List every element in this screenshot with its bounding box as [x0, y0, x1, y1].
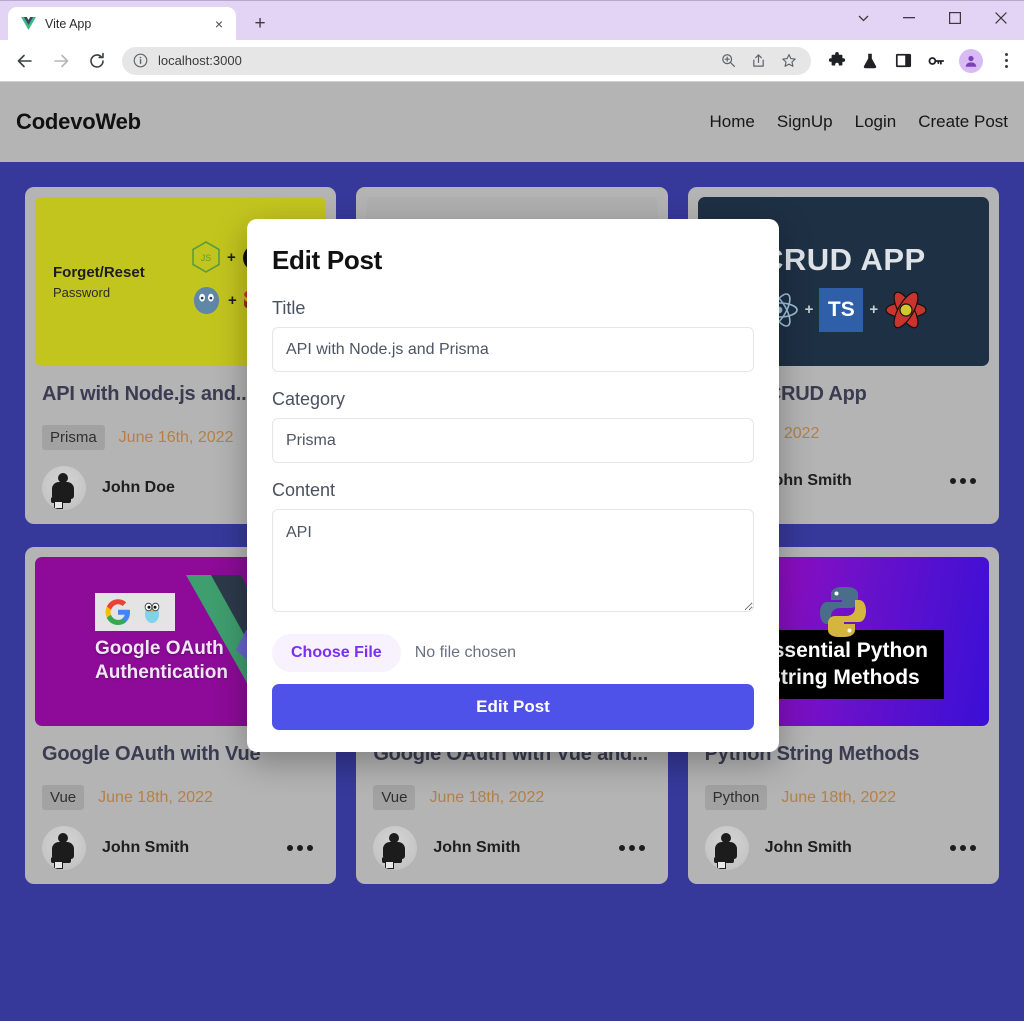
post-meta: Vue June 18th, 2022 — [42, 785, 326, 810]
post-tag[interactable]: Vue — [42, 785, 85, 810]
post-date: June 18th, 2022 — [781, 788, 897, 806]
address-bar[interactable]: localhost:3000 — [122, 46, 811, 75]
bookmark-star-icon[interactable] — [780, 52, 797, 69]
plus-sign: + — [227, 249, 236, 266]
avatar — [373, 826, 418, 870]
postgresql-logo-icon — [193, 286, 220, 315]
post-date: June 18th, 2022 — [429, 788, 545, 806]
close-icon[interactable]: × — [210, 15, 228, 33]
author-name: John Smith — [764, 839, 852, 856]
title-label: Title — [272, 298, 306, 318]
post-menu-icon[interactable] — [618, 845, 651, 851]
puzzle-icon[interactable] — [827, 51, 847, 71]
author-name: John Smith — [102, 839, 190, 856]
nav-link-login[interactable]: Login — [855, 112, 897, 132]
nav-link-home[interactable]: Home — [710, 112, 755, 132]
nav-link-create-post[interactable]: Create Post — [918, 112, 1008, 132]
thumbnail-logo-row: + TS + — [759, 287, 929, 332]
react-logo-icon — [885, 291, 927, 328]
browser-tab[interactable]: Vite App × — [8, 7, 236, 40]
post-menu-icon[interactable] — [287, 845, 319, 851]
nav-link-signup[interactable]: SignUp — [777, 112, 833, 132]
reload-icon[interactable] — [82, 46, 112, 76]
key-icon[interactable] — [926, 51, 946, 71]
extension-icons — [819, 48, 1014, 73]
modal-title: Edit Post — [272, 245, 382, 275]
thumbnail-caption-line1: Forget/Reset — [53, 263, 145, 281]
three-dot-menu-icon[interactable] — [996, 53, 1014, 68]
info-icon[interactable] — [132, 52, 149, 69]
profile-avatar-icon[interactable] — [959, 48, 983, 73]
title-field-group: Title — [272, 298, 754, 372]
maximize-icon[interactable] — [932, 1, 978, 35]
url-text: localhost:3000 — [158, 53, 242, 68]
svg-text:JS: JS — [201, 253, 212, 263]
category-input[interactable] — [272, 418, 754, 463]
category-field-group: Category — [272, 389, 754, 463]
tab-strip: Vite App × + — [0, 0, 1024, 40]
thumbnail-caption-line2: String Methods — [766, 665, 920, 689]
post-date: June 16th, 2022 — [118, 428, 234, 446]
thumbnail-caption: Forget/Reset Password — [53, 264, 145, 300]
edit-post-modal: Edit Post Title Category Content API Cho… — [247, 219, 779, 752]
content-label: Content — [272, 480, 336, 500]
thumbnail-caption-line1: Essential Python — [758, 639, 928, 663]
plus-sign: + — [228, 292, 237, 309]
site-header: CodevoWeb Home SignUp Login Create Post — [0, 82, 1024, 162]
plus-sign: + — [869, 301, 879, 318]
thumbnail-caption-line1: CRUD APP — [760, 241, 926, 277]
title-input[interactable] — [272, 327, 754, 372]
choose-file-button[interactable]: Choose File — [272, 634, 401, 672]
submit-edit-post-button[interactable]: Edit Post — [272, 684, 754, 730]
avatar — [704, 826, 749, 870]
minimize-icon[interactable] — [886, 1, 932, 35]
file-status-label: No file chosen — [414, 644, 517, 661]
omnibox-actions — [720, 52, 801, 69]
content-textarea[interactable]: API — [272, 509, 754, 612]
thumbnail-logo-row — [95, 593, 175, 631]
post-meta: Python June 18th, 2022 — [704, 785, 989, 810]
post-menu-icon[interactable] — [950, 478, 982, 484]
post-author-row: John Smith — [42, 826, 319, 870]
post-tag[interactable]: Prisma — [42, 425, 105, 450]
back-icon[interactable] — [10, 46, 40, 76]
author-name: John Smith — [433, 839, 521, 856]
typescript-logo-icon: TS — [819, 287, 864, 332]
main-nav: Home SignUp Login Create Post — [710, 112, 1009, 132]
nodejs-logo-icon: JS — [192, 241, 220, 273]
post-tag[interactable]: Vue — [373, 785, 416, 810]
new-tab-button[interactable]: + — [246, 9, 274, 37]
browser-toolbar: localhost:3000 — [0, 40, 1024, 82]
sidepanel-icon[interactable] — [893, 51, 913, 71]
window-controls — [840, 1, 1024, 35]
zoom-icon[interactable] — [720, 52, 737, 69]
page-viewport: CodevoWeb Home SignUp Login Create Post … — [0, 82, 1024, 1021]
google-logo-icon — [105, 599, 130, 625]
post-author-row: John Smith — [373, 826, 650, 870]
tab-title: Vite App — [45, 16, 92, 31]
plus-sign: + — [804, 301, 814, 318]
thumbnail-caption: CRUD APP + TS + — [759, 241, 929, 332]
author-name: John Smith — [764, 472, 852, 489]
thumbnail-caption-line2: Password — [53, 284, 111, 300]
avatar — [42, 826, 86, 870]
post-date: June 18th, 2022 — [98, 788, 213, 806]
post-menu-icon[interactable] — [950, 845, 982, 851]
flask-icon[interactable] — [860, 51, 880, 71]
category-label: Category — [272, 389, 346, 409]
file-input-row: Choose File No file chosen — [272, 634, 754, 672]
golang-gopher-icon — [144, 602, 160, 623]
brand-logo[interactable]: CodevoWeb — [16, 109, 141, 135]
window-close-icon[interactable] — [978, 1, 1024, 35]
browser-window: Vite App × + localhost:3000 CodevoWeb Ho… — [0, 0, 1024, 1021]
content-field-group: Content API — [272, 480, 754, 617]
chevron-down-icon[interactable] — [840, 1, 886, 35]
vue-logo-icon — [20, 16, 36, 32]
post-author-row: John Smith — [704, 826, 982, 870]
share-icon[interactable] — [750, 52, 767, 69]
post-tag[interactable]: Python — [704, 785, 768, 810]
post-meta: Vue June 18th, 2022 — [373, 785, 657, 810]
avatar — [42, 466, 86, 510]
forward-icon[interactable] — [46, 46, 76, 76]
